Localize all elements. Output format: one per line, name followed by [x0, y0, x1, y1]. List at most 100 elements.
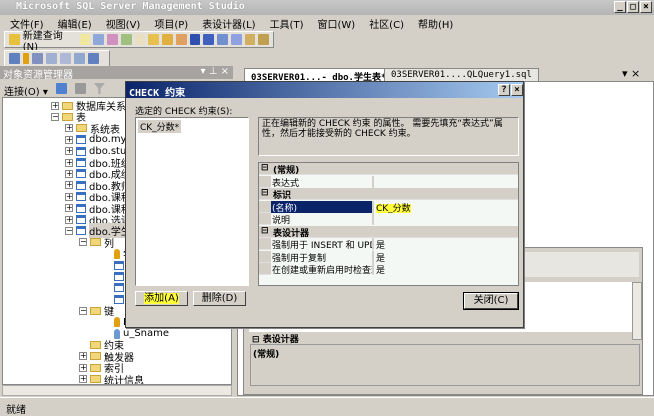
tree-item[interactable]: − 表 — [51, 111, 86, 124]
indexes-icon[interactable] — [46, 53, 57, 64]
property-category[interactable]: ⊟ 标识 — [259, 188, 518, 201]
tree-item[interactable]: + 系统表 — [65, 123, 120, 136]
tree-item-label: 列 — [104, 238, 114, 250]
property-grid[interactable]: ⊟ (常规) 表达式 ⊟ 标识 (名称) CK_分数 说明 ⊟ 表设计器 强制用于 INSERT 和… — [258, 162, 519, 286]
collapse-icon[interactable]: ⊟ — [261, 163, 269, 173]
expand-toggle[interactable]: + — [65, 169, 73, 178]
collapse-icon[interactable]: ⊟ — [261, 188, 269, 198]
menu-item[interactable]: 表设计器(L) — [202, 16, 255, 31]
add-button[interactable]: 添加(A) — [135, 291, 188, 306]
property-value[interactable]: 是 — [373, 250, 518, 264]
expand-toggle[interactable]: − — [51, 112, 59, 121]
stop-icon[interactable] — [74, 83, 86, 94]
analysis-query-icon[interactable] — [107, 34, 118, 45]
property-name: 强制用于复制 — [271, 250, 372, 263]
category-label: 表设计器 — [273, 228, 310, 239]
property-value[interactable] — [373, 213, 518, 225]
menu-item[interactable]: 帮助(H) — [418, 16, 453, 31]
property-value[interactable] — [373, 175, 518, 188]
dialog-title-bar: CHECK 约束 ? × — [126, 82, 523, 99]
menu-item[interactable]: 社区(C) — [369, 16, 404, 31]
tab-query[interactable]: 03SERVER01....QLQuery1.sql — [384, 68, 539, 81]
property-row[interactable]: 强制用于复制是 — [259, 250, 518, 264]
property-value[interactable]: 是 — [373, 263, 518, 276]
expand-toggle[interactable]: + — [65, 158, 73, 167]
property-category[interactable]: ⊟ 表设计器 — [259, 225, 518, 239]
expand-toggle[interactable]: − — [65, 226, 73, 235]
property-row[interactable]: 强制用于 INSERT 和 UPDATE 是 — [259, 238, 518, 251]
tree-item[interactable]: − 列 — [79, 237, 114, 250]
property-value-text: 是 — [376, 266, 386, 276]
horizontal-scrollbar[interactable] — [2, 385, 232, 396]
object-explorer-icon[interactable] — [230, 34, 242, 45]
expand-toggle[interactable]: + — [79, 363, 87, 372]
expand-toggle[interactable]: + — [65, 215, 73, 224]
property-row[interactable]: 表达式 — [259, 175, 518, 188]
save-all-icon[interactable] — [203, 34, 215, 45]
menu-item[interactable]: 窗口(W) — [317, 16, 355, 31]
expand-toggle[interactable]: + — [79, 375, 87, 384]
dialog-close-button[interactable]: × — [511, 84, 523, 96]
description-box: 正在编辑新的 CHECK 约束 的属性。 需要先填充“表达式”属性，然后才能接受… — [258, 117, 519, 156]
registered-servers-icon[interactable] — [217, 34, 228, 45]
primary-key-icon[interactable] — [23, 53, 29, 64]
expand-toggle[interactable]: + — [65, 204, 73, 213]
property-value[interactable]: CK_分数 — [373, 200, 518, 214]
delete-button[interactable]: 删除(D) — [193, 291, 246, 306]
new-query-button[interactable]: 新建查询(N) — [23, 27, 77, 53]
close-dialog-button[interactable]: 关闭(C) — [463, 292, 519, 310]
maximize-button[interactable]: □ — [627, 1, 639, 13]
xml-index-icon[interactable] — [60, 53, 71, 64]
tree-item[interactable]: + 数据库关系图 — [51, 100, 136, 113]
expand-toggle[interactable]: − — [79, 238, 87, 247]
tree-item[interactable]: + 统计信息 — [79, 374, 144, 384]
tree-item[interactable]: − 键 — [79, 305, 114, 318]
xml-query-icon[interactable] — [134, 34, 146, 45]
property-row[interactable]: (名称) CK_分数 — [259, 200, 518, 214]
expand-toggle[interactable]: + — [65, 135, 73, 144]
expand-toggle[interactable]: + — [65, 124, 73, 133]
relationships-icon[interactable] — [32, 53, 43, 64]
file-icon[interactable] — [79, 34, 91, 45]
mdx-query-icon[interactable] — [120, 34, 132, 45]
expand-toggle[interactable]: + — [65, 181, 73, 190]
constraint-list-item[interactable]: CK_分数* — [138, 120, 182, 133]
generate-script-icon[interactable] — [9, 53, 20, 64]
filter-icon[interactable] — [93, 83, 105, 94]
property-value[interactable]: 是 — [373, 238, 518, 251]
add-existing-icon[interactable] — [175, 34, 187, 45]
menu-item[interactable]: 视图(V) — [106, 16, 141, 31]
add-item-icon[interactable] — [162, 34, 173, 45]
property-row[interactable]: 在创建或重新启用时检查现有数据是 — [259, 263, 518, 276]
menu-item[interactable]: 工具(T) — [270, 16, 304, 31]
constraint-list[interactable]: CK_分数* — [135, 117, 249, 286]
check-constraint-icon[interactable] — [74, 53, 85, 64]
disconnect-icon[interactable] — [55, 83, 67, 94]
properties-icon[interactable] — [258, 34, 269, 45]
expand-toggle[interactable]: + — [65, 192, 73, 201]
panel-controls[interactable]: ▾ ⊥ × — [201, 66, 229, 77]
help-button[interactable]: ? — [498, 84, 510, 96]
save-icon[interactable] — [189, 34, 201, 45]
property-row[interactable]: 说明 — [259, 213, 518, 225]
expand-toggle[interactable]: − — [79, 306, 87, 315]
table-icon — [76, 158, 86, 167]
expand-toggle[interactable]: + — [79, 352, 87, 361]
table-icon — [114, 272, 124, 281]
close-button[interactable]: × — [640, 1, 652, 13]
open-icon[interactable] — [148, 34, 160, 45]
change-screen-icon[interactable] — [88, 53, 99, 64]
status-bar: 就绪 — [0, 397, 654, 416]
db-query-icon[interactable] — [93, 34, 105, 45]
menu-item[interactable]: 项目(P) — [154, 16, 188, 31]
expand-toggle[interactable]: + — [51, 101, 59, 110]
minimize-button[interactable]: _ — [614, 1, 626, 13]
tab-designer[interactable]: 03SERVER01...- dbo.学生表* — [244, 68, 394, 83]
expand-toggle[interactable]: + — [65, 147, 73, 156]
document-controls[interactable]: ▾ × — [622, 67, 640, 80]
collapse-icon[interactable]: ⊟ — [261, 226, 269, 236]
property-category[interactable]: ⊟ (常规) — [259, 163, 518, 176]
template-icon[interactable] — [244, 34, 256, 45]
vertical-scrollbar[interactable] — [632, 282, 642, 340]
connect-button[interactable]: 连接(O) ▾ — [4, 83, 48, 98]
